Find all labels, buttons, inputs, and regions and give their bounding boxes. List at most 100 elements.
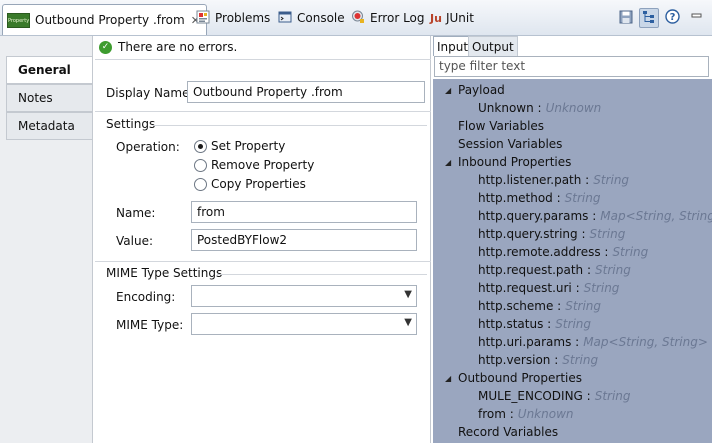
tab-label: JUnit bbox=[445, 11, 474, 25]
sidebar-item-metadata[interactable]: Metadata bbox=[6, 112, 92, 140]
error-log-icon bbox=[351, 10, 365, 27]
tree-item[interactable]: http.remote.address : String bbox=[478, 243, 648, 261]
encoding-select[interactable]: ▼ bbox=[191, 285, 417, 307]
save-button[interactable] bbox=[616, 8, 636, 28]
tab-console[interactable]: Console bbox=[278, 6, 345, 30]
tree-item[interactable]: http.listener.path : String bbox=[478, 171, 629, 189]
mime-group-frame bbox=[217, 274, 427, 275]
filter-input[interactable]: type filter text bbox=[434, 56, 709, 77]
tree-item-label: http.query.params : bbox=[478, 209, 597, 223]
radio-remove-property[interactable]: Remove Property bbox=[194, 158, 314, 172]
tree-item-type: Map<String, String> bbox=[583, 335, 708, 349]
tab-input[interactable]: Input bbox=[433, 36, 473, 56]
tree-item[interactable]: Unknown : Unknown bbox=[478, 99, 601, 117]
problems-icon bbox=[196, 10, 210, 27]
radio-label: Set Property bbox=[211, 139, 286, 153]
tree-item-label: Flow Variables bbox=[458, 119, 545, 133]
tree-item[interactable]: ◢ Inbound Properties bbox=[445, 153, 571, 171]
tree-item-label: Session Variables bbox=[458, 137, 563, 151]
operation-label: Operation: bbox=[116, 140, 180, 154]
tab-output[interactable]: Output bbox=[468, 36, 518, 56]
value-label: Value: bbox=[116, 234, 153, 248]
tree-item[interactable]: MULE_ENCODING : String bbox=[478, 387, 631, 405]
tree-item[interactable]: http.status : String bbox=[478, 315, 591, 333]
tree-item[interactable]: http.method : String bbox=[478, 189, 600, 207]
tree-item-type: Unknown bbox=[517, 407, 574, 421]
general-form: ✓ There are no errors. Display Name: Out… bbox=[95, 36, 431, 443]
sidebar-item-general[interactable]: General bbox=[6, 56, 92, 84]
radio-button[interactable] bbox=[194, 158, 207, 172]
tree-item-label: http.remote.address : bbox=[478, 245, 609, 259]
tree-item[interactable]: http.version : String bbox=[478, 351, 598, 369]
tree-item-label: http.query.string : bbox=[478, 227, 586, 241]
tree-item-label: Outbound Properties bbox=[458, 371, 583, 385]
tree-item-label: http.uri.params : bbox=[478, 335, 580, 349]
expand-toggle-icon[interactable]: ◢ bbox=[445, 86, 455, 95]
radio-copy-properties[interactable]: Copy Properties bbox=[194, 177, 306, 191]
tree-item-type: Unknown bbox=[545, 101, 602, 115]
tab-junit[interactable]: Ju JUnit bbox=[430, 6, 474, 30]
tree-item[interactable]: Flow Variables bbox=[445, 117, 544, 135]
svg-text:?: ? bbox=[669, 12, 675, 23]
mime-type-select[interactable]: ▼ bbox=[191, 313, 417, 335]
tab-label: Outbound Property .from bbox=[35, 13, 185, 27]
tree-item[interactable]: Record Variables bbox=[445, 423, 558, 441]
divider bbox=[95, 59, 431, 60]
radio-set-property[interactable]: Set Property bbox=[194, 139, 285, 153]
status-text: There are no errors. bbox=[118, 40, 238, 54]
tree-item[interactable]: ◢ Payload bbox=[445, 81, 505, 99]
properties-sidenav: General Notes Metadata bbox=[0, 36, 93, 443]
tree-item[interactable]: http.query.string : String bbox=[478, 225, 625, 243]
sidebar-item-label: General bbox=[18, 63, 71, 77]
check-icon: ✓ bbox=[99, 40, 112, 54]
tab-label: Problems bbox=[215, 11, 271, 25]
expand-toggle-icon[interactable]: ◢ bbox=[445, 158, 455, 167]
tree-item[interactable]: from : Unknown bbox=[478, 405, 574, 423]
tree-item-type: String bbox=[612, 245, 649, 259]
minimize-icon bbox=[689, 10, 703, 27]
mime-group-title: MIME Type Settings bbox=[106, 266, 223, 280]
tree-item[interactable]: http.uri.params : Map<String, String> bbox=[478, 333, 708, 351]
tree-item-label: http.status : bbox=[478, 317, 552, 331]
help-icon: ? bbox=[664, 9, 680, 27]
tree-item-type: String bbox=[594, 389, 631, 403]
tab-problems[interactable]: Problems bbox=[196, 6, 270, 30]
tree-item[interactable]: http.request.uri : String bbox=[478, 279, 619, 297]
property-icon: Property bbox=[7, 12, 30, 28]
tab-error-log[interactable]: Error Log bbox=[351, 6, 425, 30]
value-field[interactable]: PostedBYFlow2 bbox=[191, 229, 417, 251]
tab-outbound-property[interactable]: Property Outbound Property .from ✕ bbox=[2, 4, 207, 35]
display-name-label: Display Name: bbox=[106, 86, 194, 100]
tab-label: Error Log bbox=[370, 11, 425, 25]
encoding-label: Encoding: bbox=[116, 290, 176, 304]
tree-item[interactable]: http.request.path : String bbox=[478, 261, 631, 279]
tree-item[interactable]: http.scheme : String bbox=[478, 297, 601, 315]
tree-item-type: String bbox=[593, 173, 630, 187]
name-field[interactable]: from bbox=[191, 201, 417, 223]
hierarchy-icon bbox=[642, 10, 656, 27]
display-name-field[interactable]: Outbound Property .from bbox=[187, 81, 425, 103]
tree-item-label: Record Variables bbox=[458, 425, 559, 439]
radio-button[interactable] bbox=[194, 177, 207, 191]
sidebar-item-notes[interactable]: Notes bbox=[6, 84, 92, 112]
help-button[interactable]: ? bbox=[662, 8, 682, 28]
expand-toggle-icon[interactable]: ◢ bbox=[445, 374, 455, 383]
tree-item[interactable]: Session Variables bbox=[445, 135, 562, 153]
tree-item[interactable]: ◢ Outbound Properties bbox=[445, 369, 582, 387]
minimize-button[interactable] bbox=[686, 8, 706, 28]
metadata-panel: Input Output type filter text ◢ Payload Un… bbox=[433, 36, 712, 443]
tab-label: Console bbox=[297, 11, 345, 25]
tree-item-type: String bbox=[564, 191, 601, 205]
tree-item[interactable]: http.query.params :Map<String, String> bbox=[478, 207, 712, 225]
radio-button[interactable] bbox=[194, 139, 207, 153]
tree-item-label: MULE_ENCODING : bbox=[478, 389, 591, 403]
tree-item-label: http.version : bbox=[478, 353, 559, 367]
tab-label: Output bbox=[472, 39, 514, 54]
junit-icon: Ju bbox=[430, 11, 442, 25]
mime-type-label: MIME Type: bbox=[116, 318, 184, 332]
tree-item-type: String bbox=[562, 353, 599, 367]
chevron-down-icon: ▼ bbox=[404, 289, 412, 300]
tree-item-label: http.listener.path : bbox=[478, 173, 590, 187]
tree-item-type: String bbox=[583, 281, 620, 295]
hierarchy-button[interactable] bbox=[639, 8, 659, 28]
